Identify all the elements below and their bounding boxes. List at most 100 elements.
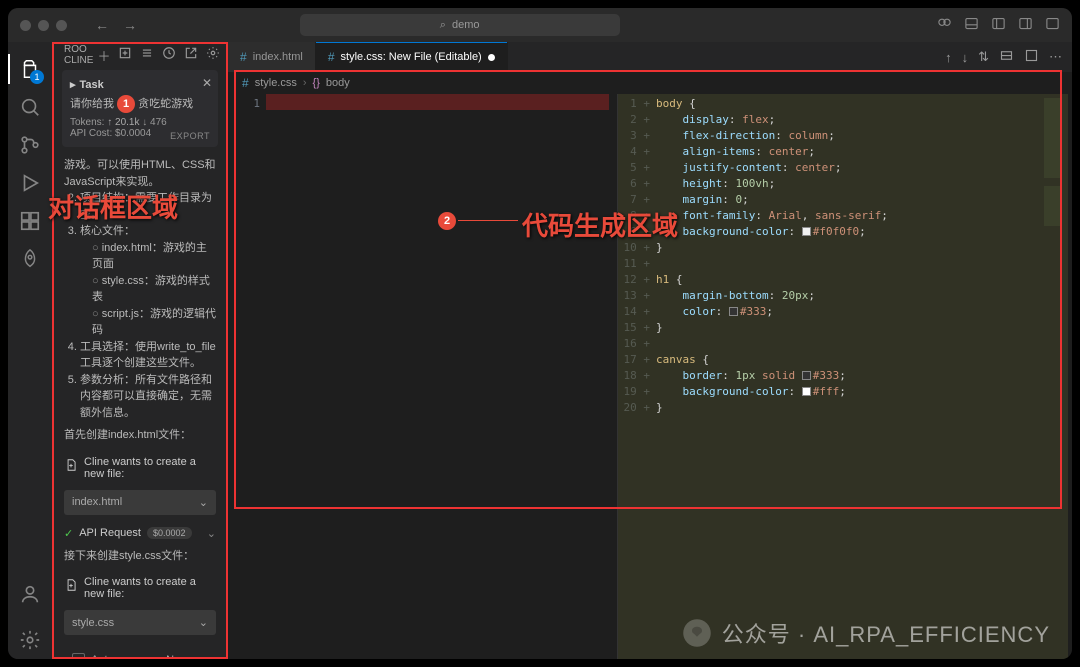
- chat-intro: 游戏。可以使用HTML、CSS和JavaScript来实现。: [64, 157, 216, 190]
- create-file-action-2: Cline wants to create a new file:: [64, 576, 216, 600]
- list-icon[interactable]: [140, 46, 154, 65]
- chevron-down-icon: ⌄: [199, 496, 208, 509]
- next-create-text: 接下来创建style.css文件：: [64, 548, 216, 565]
- chat-item-5: 参数分析：所有文件路径和内容都可以直接确定，无需额外信息。: [80, 372, 216, 422]
- file-name-1: index.html: [72, 496, 122, 508]
- layout-sidebar-right-icon[interactable]: [1018, 16, 1033, 34]
- activity-bar: 1: [8, 42, 52, 659]
- diff-right-pane[interactable]: 1 +2 +3 +4 +5 +6 +7 +8 +9 +10 +11 +12 +1…: [618, 94, 1072, 659]
- layout-customize-icon[interactable]: [1045, 16, 1060, 34]
- tab-label-2: style.css: New File (Editable): [341, 51, 482, 63]
- brackets-icon: {}: [313, 77, 320, 89]
- explorer-icon[interactable]: 1: [8, 50, 52, 88]
- new-task-icon[interactable]: ＋: [97, 46, 110, 65]
- tab-label-1: index.html: [253, 51, 303, 63]
- api-request-row[interactable]: ✓ API Request $0.0002 ⌄: [64, 527, 216, 540]
- open-external-icon[interactable]: [184, 46, 198, 65]
- search-icon: ⌕: [440, 19, 446, 32]
- cost-value: $0.0004: [115, 128, 151, 139]
- api-request-cost: $0.0002: [147, 527, 192, 539]
- layout-sidebar-icon[interactable]: [991, 16, 1006, 34]
- roo-cline-panel: ROO CLINE ＋ ✕ ▸ Task 请你给我 1: [52, 42, 228, 659]
- task-prompt-pre: 请你给我: [70, 98, 114, 110]
- minimap[interactable]: [1044, 98, 1060, 298]
- breadcrumb[interactable]: # style.css › {} body: [228, 72, 1072, 94]
- window-controls[interactable]: [20, 20, 67, 31]
- download-icon[interactable]: [118, 46, 132, 65]
- history-icon[interactable]: [162, 46, 176, 65]
- create-file-action-1: Cline wants to create a new file:: [64, 456, 216, 480]
- source-control-icon[interactable]: [8, 126, 52, 164]
- copilot-icon[interactable]: [937, 16, 952, 34]
- tokens-down: ↓ 476: [142, 117, 166, 128]
- titlebar: ← → ⌕ demo: [8, 8, 1072, 42]
- prev-diff-icon[interactable]: ↑: [945, 50, 952, 65]
- gutter-right: 1 +2 +3 +4 +5 +6 +7 +8 +9 +10 +11 +12 +1…: [618, 94, 656, 659]
- rocket-icon[interactable]: [8, 240, 52, 278]
- chat-item-4: 工具选择：使用write_to_file工具逐个创建这些文件。: [80, 339, 216, 372]
- code-right[interactable]: body { display: flex; flex-direction: co…: [656, 94, 1072, 659]
- settings-icon[interactable]: [8, 621, 52, 659]
- chevron-down-icon: ⌄: [207, 527, 216, 540]
- chevron-down-icon: ⌄: [199, 616, 208, 629]
- accounts-icon[interactable]: [8, 575, 52, 613]
- layout-panel-icon[interactable]: [964, 16, 979, 34]
- chevron-icon[interactable]: ▸: [70, 78, 76, 91]
- more-icon[interactable]: ⋯: [1049, 49, 1062, 65]
- editor-area: # index.html # style.css: New File (Edit…: [228, 42, 1072, 659]
- diff-left-pane[interactable]: 1: [228, 94, 618, 659]
- breadcrumb-file: style.css: [255, 77, 297, 89]
- editor-tabs: # index.html # style.css: New File (Edit…: [228, 42, 1072, 72]
- search-icon[interactable]: [8, 88, 52, 126]
- file-a: index.html：游戏的主页面: [92, 240, 216, 273]
- auto-approve-value: None: [166, 654, 192, 660]
- search-text: demo: [452, 19, 480, 31]
- api-request-label: API Request: [79, 527, 141, 539]
- file-input-1[interactable]: index.html ⌄: [64, 490, 216, 515]
- command-center[interactable]: ⌕ demo: [300, 14, 620, 36]
- file-input-2[interactable]: style.css ⌄: [64, 610, 216, 635]
- auto-approve-row[interactable]: Auto-approve: None ›: [64, 645, 216, 659]
- nav-back-icon[interactable]: ←: [95, 17, 109, 33]
- task-heading: Task: [80, 79, 104, 91]
- auto-approve-checkbox[interactable]: [72, 653, 85, 659]
- annotation-badge-2: 2: [438, 212, 456, 230]
- next-diff-icon[interactable]: ↓: [962, 50, 969, 65]
- whitespace-icon[interactable]: [999, 48, 1014, 66]
- tokens-up: ↑ 20.1k: [107, 117, 139, 128]
- first-create-text: 首先创建index.html文件：: [64, 427, 216, 444]
- chat-item-3: 核心文件：: [80, 225, 135, 237]
- modified-dot-icon: [488, 54, 495, 61]
- task-prompt-post: 贪吃蛇游戏: [138, 98, 193, 110]
- assistant-message: 游戏。可以使用HTML、CSS和JavaScript来实现。 项目结构：需要工作…: [54, 151, 226, 450]
- file-c: script.js：游戏的逻辑代码: [92, 306, 216, 339]
- file-b: style.css：游戏的样式表: [92, 273, 216, 306]
- gutter-left: 1: [228, 94, 266, 659]
- collapse-icon[interactable]: [1024, 48, 1039, 66]
- gear-icon[interactable]: [206, 46, 220, 65]
- new-file-icon: [64, 458, 78, 472]
- hash-icon: #: [328, 50, 335, 64]
- panel-title: ROO CLINE: [64, 44, 93, 66]
- auto-approve-label: Auto-approve:: [91, 654, 160, 660]
- task-card: ✕ ▸ Task 请你给我 1 贪吃蛇游戏 Tokens: ↑ 20.1k ↓ …: [62, 70, 218, 147]
- tab-index-html[interactable]: # index.html: [228, 42, 316, 72]
- swap-icon[interactable]: ⇅: [978, 49, 989, 65]
- hash-icon: #: [242, 76, 249, 90]
- export-button[interactable]: EXPORT: [170, 131, 210, 141]
- tokens-label: Tokens:: [70, 117, 104, 128]
- file-action-text: Cline wants to create a new file:: [84, 456, 216, 480]
- breadcrumb-symbol: body: [326, 77, 350, 89]
- tab-style-css[interactable]: # style.css: New File (Editable): [316, 42, 508, 72]
- code-left[interactable]: [266, 94, 617, 659]
- chevron-right-icon: ›: [204, 654, 208, 660]
- extensions-icon[interactable]: [8, 202, 52, 240]
- hash-icon: #: [240, 50, 247, 64]
- file-action-text-2: Cline wants to create a new file:: [84, 576, 216, 600]
- run-debug-icon[interactable]: [8, 164, 52, 202]
- close-icon[interactable]: ✕: [202, 76, 212, 90]
- nav-forward-icon[interactable]: →: [123, 17, 137, 33]
- explorer-badge: 1: [30, 70, 44, 84]
- new-file-icon: [64, 578, 78, 592]
- check-icon: ✓: [64, 527, 73, 540]
